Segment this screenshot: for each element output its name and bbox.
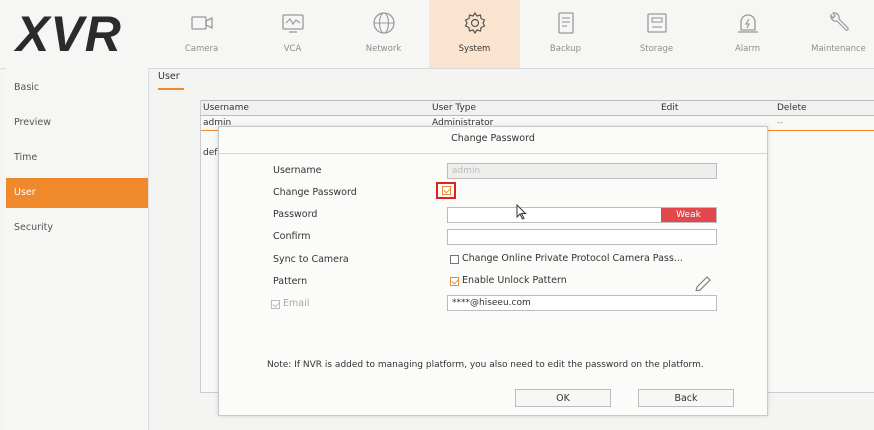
main-nav: Camera VCA Network System Backup Storage… bbox=[156, 0, 874, 68]
password-label: Password bbox=[273, 209, 318, 220]
sync-camera-option-label: Change Online Private Protocol Camera Pa… bbox=[462, 253, 683, 264]
nav-network[interactable]: Network bbox=[338, 0, 429, 68]
nav-camera[interactable]: Camera bbox=[156, 0, 247, 68]
nav-system[interactable]: System bbox=[429, 0, 520, 68]
backup-icon bbox=[553, 10, 579, 36]
nav-label: Camera bbox=[184, 44, 219, 54]
nav-label: Network bbox=[365, 44, 402, 54]
sidebar-item-time[interactable]: Time bbox=[6, 143, 148, 173]
xvr-logo: XVR bbox=[16, 6, 122, 62]
storage-icon bbox=[644, 10, 670, 36]
ok-button[interactable]: OK bbox=[515, 389, 611, 407]
pen-edit-icon[interactable] bbox=[689, 273, 715, 291]
dialog-title: Change Password bbox=[451, 133, 535, 144]
tab-label: User bbox=[158, 71, 180, 82]
nav-storage[interactable]: Storage bbox=[611, 0, 702, 68]
dialog-divider bbox=[219, 153, 767, 154]
change-password-dialog: Change Password Username admin Change Pa… bbox=[218, 126, 768, 416]
sidebar: Basic Preview Time User Security bbox=[6, 68, 149, 430]
sidebar-item-preview[interactable]: Preview bbox=[6, 108, 148, 138]
alarm-icon bbox=[735, 10, 761, 36]
nav-label: Maintenance bbox=[811, 44, 866, 54]
sidebar-item-user[interactable]: User bbox=[6, 178, 148, 208]
nav-label: Storage bbox=[639, 44, 674, 54]
tab-underline bbox=[158, 88, 184, 90]
nav-label: System bbox=[458, 44, 491, 54]
back-button[interactable]: Back bbox=[638, 389, 734, 407]
sync-to-camera-label: Sync to Camera bbox=[273, 254, 349, 265]
email-label: Email bbox=[283, 298, 310, 309]
confirm-label: Confirm bbox=[273, 231, 311, 242]
sync-camera-checkbox[interactable] bbox=[450, 255, 459, 264]
gear-icon bbox=[462, 10, 488, 36]
wrench-icon bbox=[826, 10, 852, 36]
tab-user[interactable]: User bbox=[158, 71, 184, 90]
vca-icon bbox=[280, 10, 306, 36]
change-password-label: Change Password bbox=[273, 187, 357, 198]
nav-label: Alarm bbox=[734, 44, 760, 54]
sidebar-item-security[interactable]: Security bbox=[6, 213, 148, 243]
nav-maintenance[interactable]: Maintenance bbox=[793, 0, 874, 68]
change-password-checkbox[interactable] bbox=[442, 186, 451, 195]
column-header-user-type: User Type bbox=[432, 103, 477, 113]
table-header: Username User Type Edit Delete bbox=[201, 100, 874, 116]
nav-backup[interactable]: Backup bbox=[520, 0, 611, 68]
email-field[interactable]: ****@hiseeu.com bbox=[447, 295, 717, 311]
cell-username: def bbox=[203, 148, 218, 158]
pattern-label: Pattern bbox=[273, 276, 308, 287]
nav-vca[interactable]: VCA bbox=[247, 0, 338, 68]
sidebar-item-basic[interactable]: Basic bbox=[6, 73, 148, 103]
enable-unlock-pattern-label: Enable Unlock Pattern bbox=[462, 275, 567, 286]
username-field: admin bbox=[447, 163, 717, 179]
camera-icon bbox=[189, 10, 215, 36]
nav-alarm[interactable]: Alarm bbox=[702, 0, 793, 68]
column-header-username: Username bbox=[203, 103, 249, 113]
username-label: Username bbox=[273, 165, 322, 176]
mouse-cursor-icon bbox=[516, 204, 527, 220]
email-checkbox bbox=[271, 300, 280, 309]
network-globe-icon bbox=[371, 10, 397, 36]
nav-label: VCA bbox=[283, 44, 302, 54]
column-header-delete: Delete bbox=[777, 103, 807, 113]
nav-label: Backup bbox=[549, 44, 582, 54]
password-strength-badge: Weak bbox=[661, 208, 716, 222]
column-header-edit: Edit bbox=[661, 103, 679, 113]
enable-unlock-pattern-checkbox[interactable] bbox=[450, 277, 459, 286]
dialog-note: Note: If NVR is added to managing platfo… bbox=[267, 360, 704, 370]
confirm-field[interactable] bbox=[447, 229, 717, 245]
password-field[interactable]: Weak bbox=[447, 207, 717, 223]
top-bar: XVR Camera VCA Network System Backup Sto… bbox=[0, 0, 874, 69]
cell-delete: -- bbox=[777, 118, 784, 128]
